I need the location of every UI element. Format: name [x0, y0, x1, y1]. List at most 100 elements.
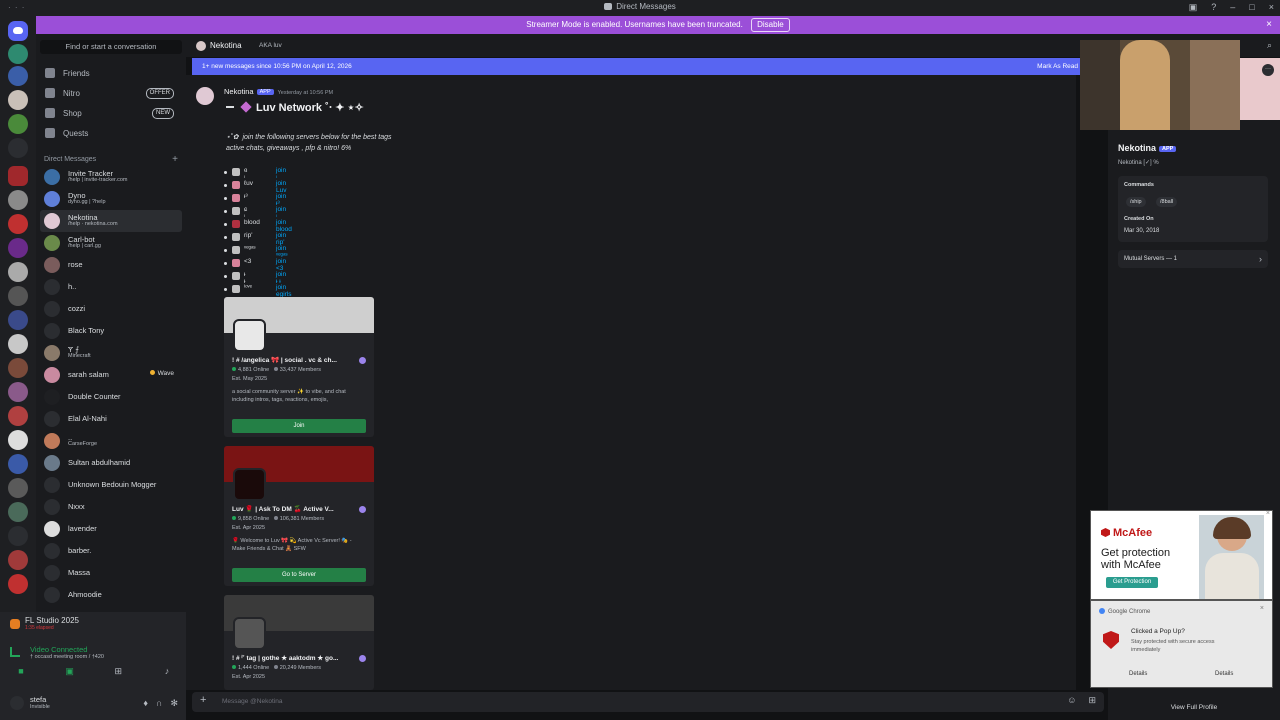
join-link[interactable]: join ᵻ³ [276, 193, 286, 207]
dm-item[interactable]: rose [40, 254, 182, 276]
message-composer[interactable]: + Message @Nekotina ☺ ⊞ [192, 692, 1104, 712]
user-area[interactable]: stefa Invisible ♦ ∩ ✻ [10, 694, 180, 714]
minimize-icon[interactable]: – [1230, 2, 1235, 13]
server-icon[interactable] [8, 526, 28, 546]
voice-connection[interactable]: Video Connected † occasd meeting room / … [10, 645, 104, 660]
notification-close-icon[interactable]: × [1260, 605, 1264, 612]
activity[interactable]: FL Studio 2025 1:35 elapsed [10, 616, 79, 631]
join-link[interactable]: join blood [276, 219, 292, 233]
server-icon[interactable] [8, 478, 28, 498]
server-icon[interactable] [8, 406, 28, 426]
dm-item[interactable]: Double Counter [40, 386, 182, 408]
server-icon[interactable] [8, 166, 28, 186]
server-icon[interactable] [8, 214, 28, 234]
join-server-button[interactable]: Go to Server [232, 568, 366, 582]
command-chip[interactable]: /8ball [1156, 197, 1178, 207]
activities-icon[interactable]: ⊞ [107, 664, 129, 678]
find-conversation-button[interactable]: Find or start a conversation [40, 40, 182, 54]
close-window-icon[interactable]: × [1269, 2, 1274, 13]
dm-item[interactable]: Dyno dyno.gg | ?help [40, 188, 182, 210]
server-icon[interactable] [8, 138, 28, 158]
composer-placeholder[interactable]: Message @Nekotina [222, 698, 282, 705]
dm-item[interactable]: barber. [40, 540, 182, 562]
settings-gear-icon[interactable]: ✻ [170, 698, 178, 709]
chrome-notification[interactable]: Google Chrome × Clicked a Pop Up? Stay p… [1090, 600, 1273, 688]
server-icon[interactable] [8, 66, 28, 86]
server-icon[interactable] [8, 334, 28, 354]
mic-icon[interactable]: ♦ [143, 698, 148, 709]
help-icon[interactable]: ? [1211, 2, 1216, 13]
dm-item[interactable]: sarah salam Wave [40, 364, 182, 386]
mutual-servers-button[interactable]: Mutual Servers — 1 › [1118, 250, 1268, 268]
server-icon[interactable] [8, 382, 28, 402]
new-messages-bar[interactable]: 1+ new messages since 10:56 PM on April … [192, 58, 1082, 75]
nav-shop[interactable]: Shop NEW [40, 104, 182, 122]
dm-item[interactable]: Ahmoodie [40, 584, 182, 606]
nav-quests[interactable]: Quests [40, 124, 182, 142]
join-link[interactable]: join <3 [276, 258, 286, 272]
camera-icon[interactable]: ■ [10, 664, 32, 678]
join-link[interactable]: join egirls [276, 284, 292, 298]
dm-item[interactable]: Unknown Bedouin Mogger [40, 474, 182, 496]
screen-share-icon[interactable]: ▣ [59, 664, 81, 678]
headphones-icon[interactable]: ∩ [156, 698, 162, 709]
video-pip[interactable] [1080, 40, 1240, 130]
join-server-button[interactable]: Join [232, 419, 366, 433]
join-link[interactable]: join Luv [276, 180, 286, 194]
server-icon[interactable] [8, 238, 28, 258]
ad-close-icon[interactable]: × [1266, 510, 1270, 517]
dm-item[interactable]: .. CarseForge [40, 430, 182, 452]
dm-item[interactable]: Black Tony [40, 320, 182, 342]
apps-icon[interactable]: ⊞ [1088, 695, 1096, 706]
upload-plus-icon[interactable]: + [200, 694, 206, 706]
mark-as-read-button[interactable]: Mark As Read [1037, 58, 1078, 75]
avatar[interactable] [10, 696, 24, 710]
details-button[interactable]: Details [1129, 671, 1147, 677]
server-icon[interactable] [8, 44, 28, 64]
nav-friends[interactable]: Friends [40, 64, 182, 82]
server-icon[interactable] [8, 550, 28, 570]
server-icon[interactable] [8, 502, 28, 522]
server-icon[interactable] [8, 114, 28, 134]
mcafee-ad[interactable]: McAfee Get protection with McAfee Get Pr… [1090, 510, 1273, 600]
server-icon[interactable] [8, 358, 28, 378]
command-chip[interactable]: /ship [1126, 197, 1146, 207]
get-protection-button[interactable]: Get Protection [1106, 577, 1158, 588]
emoji-icon[interactable]: ☺ [1067, 695, 1076, 706]
server-icon[interactable] [8, 430, 28, 450]
dm-item[interactable]: Invite Tracker/help | invite-tracker.com [40, 166, 182, 188]
join-link[interactable]: join ᵛᵉᵍᵃˢ [276, 245, 288, 259]
dm-item[interactable]: Sultan abdulhamid [40, 452, 182, 474]
details-button[interactable]: Details [1215, 671, 1233, 677]
server-icon[interactable] [8, 574, 28, 594]
create-dm-icon[interactable]: + [172, 154, 178, 165]
message-avatar[interactable] [196, 87, 214, 105]
server-icon[interactable] [8, 454, 28, 474]
server-icon[interactable] [8, 286, 28, 306]
nav-nitro[interactable]: Nitro OFFER [40, 84, 182, 102]
server-icon[interactable] [8, 262, 28, 282]
server-icon[interactable] [8, 190, 28, 210]
view-full-profile-link[interactable]: View Full Profile [1108, 704, 1280, 711]
more-options-icon[interactable]: ··· [1262, 64, 1274, 76]
author-name[interactable]: Nekotina [224, 87, 254, 96]
dm-item[interactable]: cozzi [40, 298, 182, 320]
dm-item[interactable]: Nxxx [40, 496, 182, 518]
join-link[interactable]: join ᵻ ᵻ [276, 271, 286, 285]
dm-item[interactable]: Elal Al-Nahi [40, 408, 182, 430]
search-icon[interactable]: ⌕ [1267, 40, 1272, 51]
dm-item[interactable]: lavender [40, 518, 182, 540]
dm-item[interactable]: Massa [40, 562, 182, 584]
join-link[interactable]: join rip' [276, 232, 286, 246]
discord-home-icon[interactable] [8, 21, 28, 41]
server-icon[interactable] [8, 90, 28, 110]
inbox-icon[interactable]: ▣ [1189, 2, 1198, 13]
dm-item[interactable]: Ɏ ⨍ Minecraft [40, 342, 182, 364]
dm-item[interactable]: Carl-bot/help | carl.gg [40, 232, 182, 254]
close-banner-icon[interactable]: × [1266, 16, 1272, 34]
maximize-icon[interactable]: □ [1249, 2, 1254, 13]
server-icon[interactable] [8, 310, 28, 330]
wave-button[interactable]: Wave [149, 370, 174, 377]
dm-item[interactable]: Nekotina/help · nekotina.com [40, 210, 182, 232]
dm-item[interactable]: h.. [40, 276, 182, 298]
